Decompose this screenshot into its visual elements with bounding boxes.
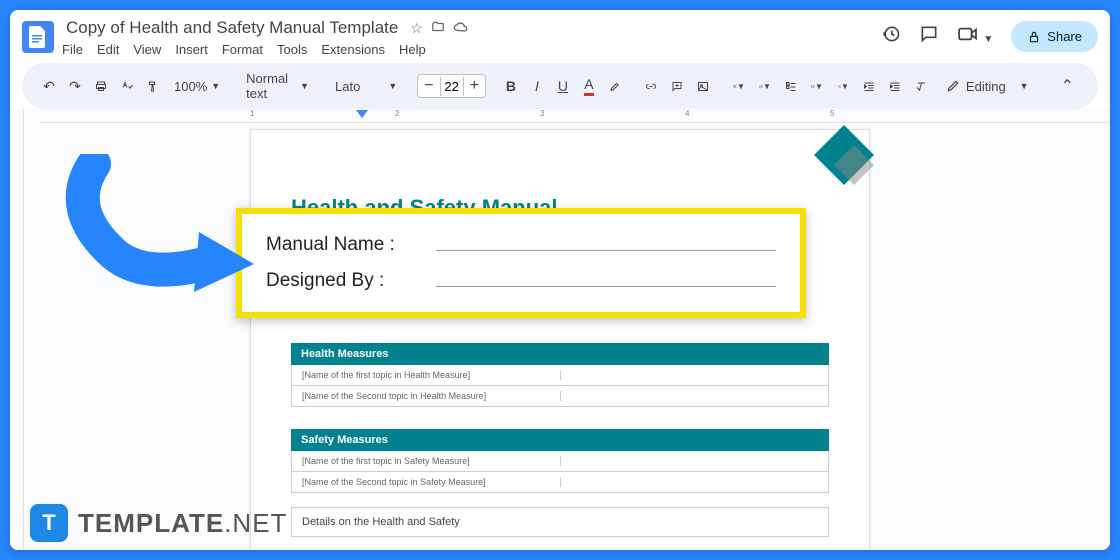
menu-extensions[interactable]: Extensions bbox=[321, 42, 385, 57]
document-page[interactable]: Health and Safety Manual Health Measures… bbox=[250, 129, 870, 550]
bold-button[interactable]: B bbox=[500, 73, 522, 99]
comment-icon[interactable] bbox=[919, 24, 939, 49]
callout-arrow-icon bbox=[44, 154, 254, 294]
font-size-increase[interactable]: + bbox=[464, 75, 485, 97]
header-bar: Copy of Health and Safety Manual Templat… bbox=[10, 10, 1110, 63]
toolbar: ↶ ↷ 100%▼ Normal text▼ Lato▼ − 22 + B I … bbox=[22, 63, 1098, 109]
indent-marker-icon[interactable] bbox=[356, 110, 368, 122]
font-size-value[interactable]: 22 bbox=[440, 77, 464, 96]
details-box[interactable]: Details on the Health and Safety bbox=[291, 507, 829, 537]
zoom-select[interactable]: 100%▼ bbox=[168, 75, 226, 98]
paint-format-button[interactable] bbox=[142, 74, 164, 99]
highlight-button[interactable] bbox=[604, 74, 626, 99]
underline-button[interactable]: U bbox=[552, 73, 574, 99]
share-label: Share bbox=[1047, 29, 1082, 44]
cloud-icon[interactable] bbox=[453, 20, 469, 36]
history-icon[interactable] bbox=[881, 24, 901, 49]
collapse-toolbar-button[interactable]: ⌃ bbox=[1053, 72, 1082, 100]
checklist-button[interactable] bbox=[780, 74, 802, 99]
watermark: T TEMPLATE.NET bbox=[30, 504, 287, 542]
menu-format[interactable]: Format bbox=[222, 42, 263, 57]
menu-file[interactable]: File bbox=[62, 42, 83, 57]
text-color-button[interactable]: A bbox=[578, 71, 600, 101]
svg-text:1: 1 bbox=[837, 84, 838, 86]
menu-view[interactable]: View bbox=[133, 42, 161, 57]
document-title[interactable]: Copy of Health and Safety Manual Templat… bbox=[62, 16, 402, 40]
share-button[interactable]: Share bbox=[1011, 21, 1098, 52]
menu-help[interactable]: Help bbox=[399, 42, 426, 57]
table-row[interactable]: [Name of the first topic in Health Measu… bbox=[291, 365, 829, 386]
table-row[interactable]: [Name of the Second topic in Health Meas… bbox=[291, 386, 829, 407]
star-icon[interactable]: ☆ bbox=[410, 20, 423, 37]
pencil-icon bbox=[946, 79, 960, 93]
docs-logo-icon[interactable] bbox=[22, 21, 54, 53]
lock-icon bbox=[1027, 30, 1041, 44]
font-size-decrease[interactable]: − bbox=[418, 75, 439, 97]
align-button[interactable]: ▼ bbox=[728, 74, 750, 99]
indent-decrease-button[interactable] bbox=[858, 74, 880, 99]
undo-button[interactable]: ↶ bbox=[38, 73, 60, 100]
menu-tools[interactable]: Tools bbox=[277, 42, 307, 57]
redo-button[interactable]: ↷ bbox=[64, 73, 86, 100]
menu-edit[interactable]: Edit bbox=[97, 42, 119, 57]
designed-by-label: Designed By : bbox=[266, 270, 426, 292]
menu-insert[interactable]: Insert bbox=[175, 42, 208, 57]
editing-mode-button[interactable]: Editing ▼ bbox=[936, 75, 1039, 98]
spellcheck-button[interactable] bbox=[116, 74, 138, 99]
line-spacing-button[interactable]: ▼ bbox=[754, 74, 776, 99]
corner-decoration-icon bbox=[814, 125, 874, 195]
section-header[interactable]: Safety Measures bbox=[291, 429, 829, 451]
vertical-ruler[interactable] bbox=[10, 109, 24, 550]
print-button[interactable] bbox=[90, 74, 112, 99]
add-comment-button[interactable] bbox=[666, 74, 688, 99]
indent-increase-button[interactable] bbox=[884, 74, 906, 99]
style-select[interactable]: Normal text▼ bbox=[240, 67, 315, 105]
menu-bar: File Edit View Insert Format Tools Exten… bbox=[62, 42, 873, 57]
header-right: ▼ Share bbox=[881, 21, 1098, 52]
manual-name-field[interactable] bbox=[436, 250, 776, 251]
italic-button[interactable]: I bbox=[526, 73, 548, 99]
highlight-callout: Manual Name : Designed By : bbox=[236, 208, 806, 318]
font-size-control: − 22 + bbox=[417, 74, 486, 98]
template-logo-icon: T bbox=[30, 504, 68, 542]
move-icon[interactable] bbox=[431, 20, 445, 37]
watermark-text: TEMPLATE.NET bbox=[78, 508, 287, 539]
designed-by-field[interactable] bbox=[436, 286, 776, 287]
insert-image-button[interactable] bbox=[692, 74, 714, 99]
title-area: Copy of Health and Safety Manual Templat… bbox=[62, 16, 873, 57]
table-row[interactable]: [Name of the first topic in Safety Measu… bbox=[291, 451, 829, 472]
clear-format-button[interactable] bbox=[910, 74, 932, 99]
link-button[interactable] bbox=[640, 74, 662, 99]
numbered-list-button[interactable]: 12▼ bbox=[832, 74, 854, 99]
horizontal-ruler[interactable]: 1 2 3 4 5 bbox=[40, 109, 1110, 123]
section-header[interactable]: Health Measures bbox=[291, 343, 829, 365]
meet-icon[interactable]: ▼ bbox=[957, 26, 993, 47]
bullet-list-button[interactable]: ▼ bbox=[806, 74, 828, 99]
font-select[interactable]: Lato▼ bbox=[329, 75, 403, 98]
manual-name-label: Manual Name : bbox=[266, 234, 426, 256]
table-row[interactable]: [Name of the Second topic in Safety Meas… bbox=[291, 472, 829, 493]
